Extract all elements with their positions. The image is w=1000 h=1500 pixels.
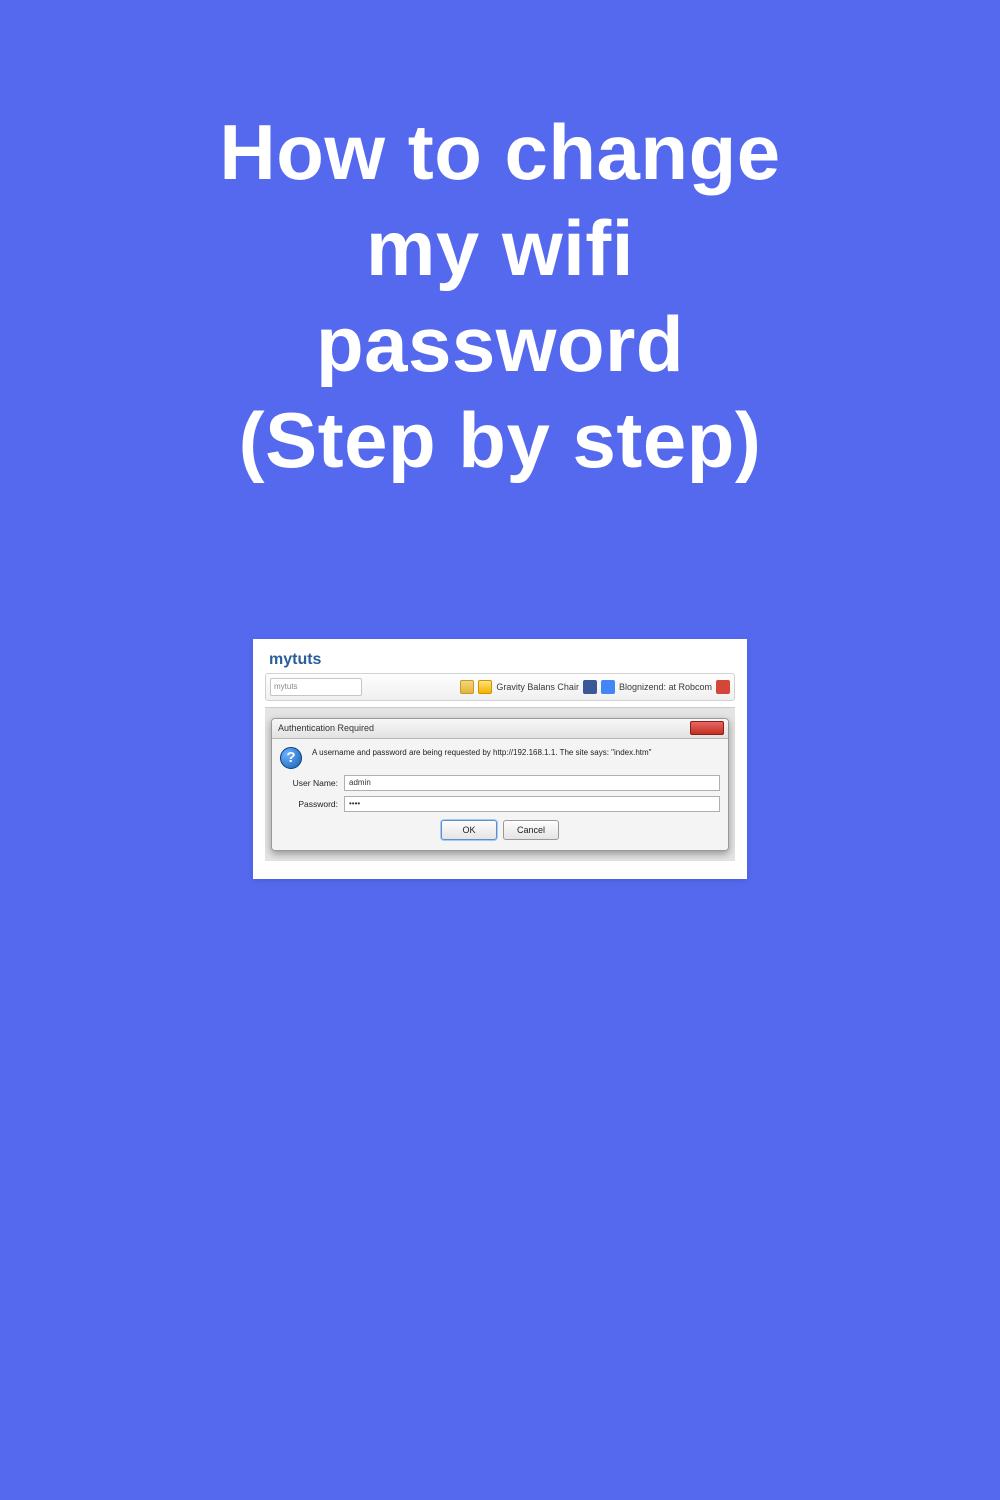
mail-icon[interactable] xyxy=(716,680,730,694)
password-field[interactable]: •••• xyxy=(344,796,720,812)
question-icon: ? xyxy=(280,747,302,769)
dialog-title: Authentication Required xyxy=(278,723,374,733)
page-title: How to change my wifi password (Step by … xyxy=(219,105,780,489)
username-field[interactable]: admin xyxy=(344,775,720,791)
bookmark-link-1[interactable]: Gravity Balans Chair xyxy=(496,682,579,692)
browser-toolbar: mytuts Gravity Balans Chair Blognizend: … xyxy=(265,673,735,701)
google-icon[interactable] xyxy=(601,680,615,694)
password-label: Password: xyxy=(280,799,338,809)
folder-icon[interactable] xyxy=(460,680,474,694)
browser-brand: mytuts xyxy=(265,649,735,673)
screenshot-panel: mytuts mytuts Gravity Balans Chair Blogn… xyxy=(253,639,747,879)
url-input[interactable]: mytuts xyxy=(270,678,362,696)
bookmark-link-2[interactable]: Blognizend: at Robcom xyxy=(619,682,712,692)
cancel-button[interactable]: Cancel xyxy=(503,820,559,840)
dialog-body: ? A username and password are being requ… xyxy=(272,739,728,850)
close-button[interactable] xyxy=(690,721,724,735)
auth-dialog: Authentication Required ? A username and… xyxy=(271,718,729,851)
dialog-titlebar: Authentication Required xyxy=(272,719,728,739)
star-icon[interactable] xyxy=(478,680,492,694)
username-label: User Name: xyxy=(280,778,338,788)
page-background: Authentication Required ? A username and… xyxy=(265,707,735,861)
ok-button[interactable]: OK xyxy=(441,820,497,840)
facebook-icon[interactable] xyxy=(583,680,597,694)
dialog-message: A username and password are being reques… xyxy=(312,745,652,758)
